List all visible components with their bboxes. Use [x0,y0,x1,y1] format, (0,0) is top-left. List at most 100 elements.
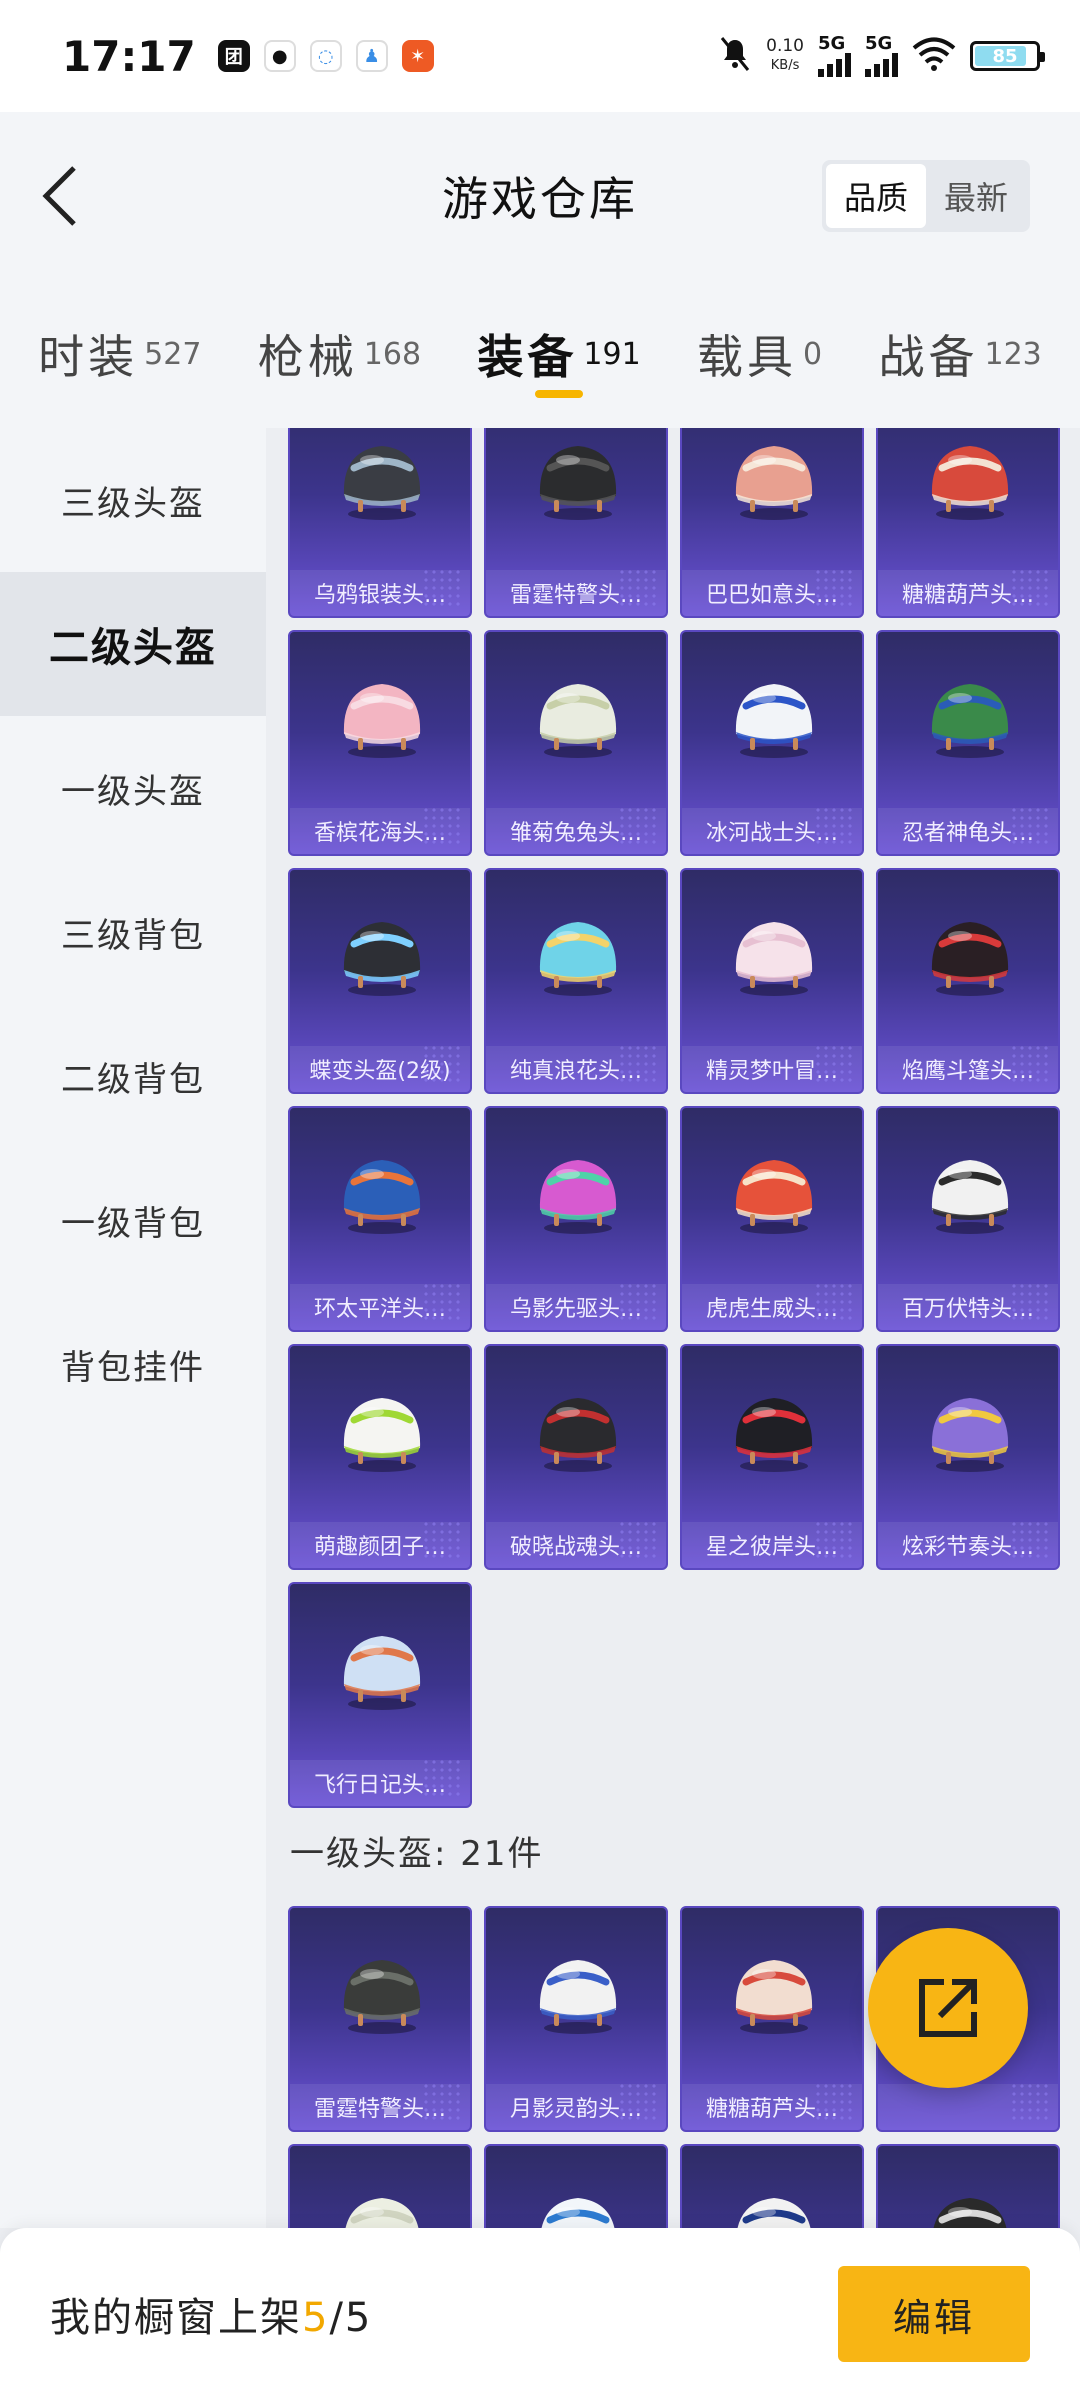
helmet-icon [931,684,1009,758]
tab-firearms[interactable]: 枪械 168 [258,280,421,428]
helmet-item-card[interactable]: 飞行日记头… [288,1582,472,1808]
helmet-item-name: 蝶变头盔(2级) [290,1046,470,1092]
helmet-item-name: 环太平洋头… [290,1284,470,1330]
sidebar-item[interactable]: 二级背包 [0,1004,266,1148]
helmet-item-card[interactable]: 雷霆特警头… [288,1906,472,2132]
helmet-item-card[interactable]: 焰鹰斗篷头… [876,868,1060,1094]
edit-button[interactable]: 编辑 [838,2266,1030,2362]
helmet-item-card[interactable]: 月影灵韵头… [484,1906,668,2132]
tab-count: 0 [803,336,823,372]
net-speed-value: 0.10 [766,36,804,56]
signal-1-label: 5G [818,33,846,54]
status-time: 17:17 [62,31,196,81]
helmet-item-card[interactable]: 萌趣颜团子… [288,1344,472,1570]
helmet-item-card[interactable]: 雏菊兔兔头… [484,630,668,856]
helmet-item-card[interactable]: 纯真浪花头… [484,868,668,1094]
back-arrow-icon [42,166,76,226]
helmet-icon [539,1398,617,1472]
helmet-item-name [878,2084,1058,2130]
helmet-item-card[interactable]: 冰河战士头… [680,630,864,856]
tab-equipment[interactable]: 装备 191 [477,280,641,428]
helmet-item-card[interactable]: 香槟花海头… [288,630,472,856]
helmet-item-card[interactable] [876,2144,1060,2228]
qq-icon: ♟ [355,40,388,72]
helmet-icon [343,1398,421,1472]
helmet-item-name: 虎虎生威头… [682,1284,862,1330]
helmet-item-name: 破晓战魂头… [486,1522,666,1568]
helmet-icon [735,1398,813,1472]
tab-vehicles[interactable]: 载具 0 [697,280,822,428]
helmet-icon [539,1960,617,2034]
helmet-icon [931,1160,1009,1234]
share-external-icon [919,1979,977,2037]
helmet-icon [539,684,617,758]
helmet-icon [931,922,1009,996]
showcase-current: 5 [302,2295,330,2341]
helmet-icon [345,2198,419,2228]
sidebar-item[interactable]: 三级头盔 [0,428,266,572]
sort-option-newest[interactable]: 最新 [926,164,1026,228]
helmet-icon [735,922,813,996]
helmet-icon [933,2198,1007,2228]
tab-count: 191 [583,336,641,372]
helmet-item-card[interactable]: 巴巴如意头… [680,428,864,618]
showcase-status: 我的橱窗上架5/5 [50,2285,372,2343]
helmet-item-card[interactable]: 炫彩节奏头… [876,1344,1060,1570]
sort-option-quality[interactable]: 品质 [826,164,926,228]
sidebar-item[interactable]: 二级头盔 [0,572,266,716]
chat-bubble-icon: ◌ [309,40,342,72]
back-button[interactable] [28,156,92,236]
sidebar-item[interactable]: 三级背包 [0,860,266,1004]
helmet-item-card[interactable] [484,2144,668,2228]
helmet-icon [541,2198,615,2228]
helmet-icon [737,2198,811,2228]
battery-icon: 85 [970,41,1045,71]
helmet-item-card[interactable]: 环太平洋头… [288,1106,472,1332]
mute-icon [718,36,752,76]
status-right: 0.10 KB/s 5G 5G 85 [718,35,1045,77]
helmet-item-name: 月影灵韵头… [486,2084,666,2130]
helmet-item-card[interactable] [288,2144,472,2228]
helmet-icon [931,446,1009,520]
share-fab-button[interactable] [868,1928,1028,2088]
helmet-item-card[interactable]: 忍者神龟头… [876,630,1060,856]
level1-section-title: 一级头盔: 21件 [290,1834,544,1874]
helmet-item-card[interactable]: 破晓战魂头… [484,1344,668,1570]
helmet-item-name: 百万伏特头… [878,1284,1058,1330]
sidebar-item[interactable]: 背包挂件 [0,1292,266,1436]
helmet-icon [343,1636,421,1710]
tab-supplies[interactable]: 战备 123 [879,280,1042,428]
helmet-item-card[interactable]: 雷霆特警头… [484,428,668,618]
tab-label: 时装 [38,330,139,384]
helmet-item-card[interactable]: 蝶变头盔(2级) [288,868,472,1094]
notification-icons: 团 ● ◌ ♟ ✶ [217,40,448,72]
helmet-item-card[interactable]: 乌鸦银装头… [288,428,472,618]
tab-fashion[interactable]: 时装 527 [38,280,201,428]
helmet-item-name: 雏菊兔兔头… [486,808,666,854]
helmet-item-card[interactable]: 虎虎生威头… [680,1106,864,1332]
active-tab-indicator [535,390,584,398]
helmet-item-name: 焰鹰斗篷头… [878,1046,1058,1092]
helmet-icon [343,446,421,520]
sidebar-item[interactable]: 一级头盔 [0,716,266,860]
page-header: 游戏仓库 品质 最新 [0,112,1080,280]
helmet-icon [735,1960,813,2034]
helmet-icon [735,1160,813,1234]
tab-label: 装备 [477,330,578,384]
helmet-item-card[interactable]: 乌影先驱头… [484,1106,668,1332]
helmet-item-name: 星之彼岸头… [682,1522,862,1568]
tab-label: 载具 [697,330,798,384]
helmet-item-card[interactable]: 星之彼岸头… [680,1344,864,1570]
helmet-item-card[interactable] [680,2144,864,2228]
sidebar-item[interactable]: 一级背包 [0,1148,266,1292]
helmet-icon [735,684,813,758]
signal-2: 5G [865,35,898,77]
wifi-icon [912,37,956,75]
game-app-icon: ✶ [401,40,434,72]
helmet-item-name: 冰河战士头… [682,808,862,854]
helmet-item-card[interactable]: 百万伏特头… [876,1106,1060,1332]
signal-1: 5G [818,35,851,77]
helmet-item-card[interactable]: 糖糖葫芦头… [680,1906,864,2132]
helmet-item-card[interactable]: 糖糖葫芦头… [876,428,1060,618]
helmet-item-card[interactable]: 精灵梦叶冒… [680,868,864,1094]
